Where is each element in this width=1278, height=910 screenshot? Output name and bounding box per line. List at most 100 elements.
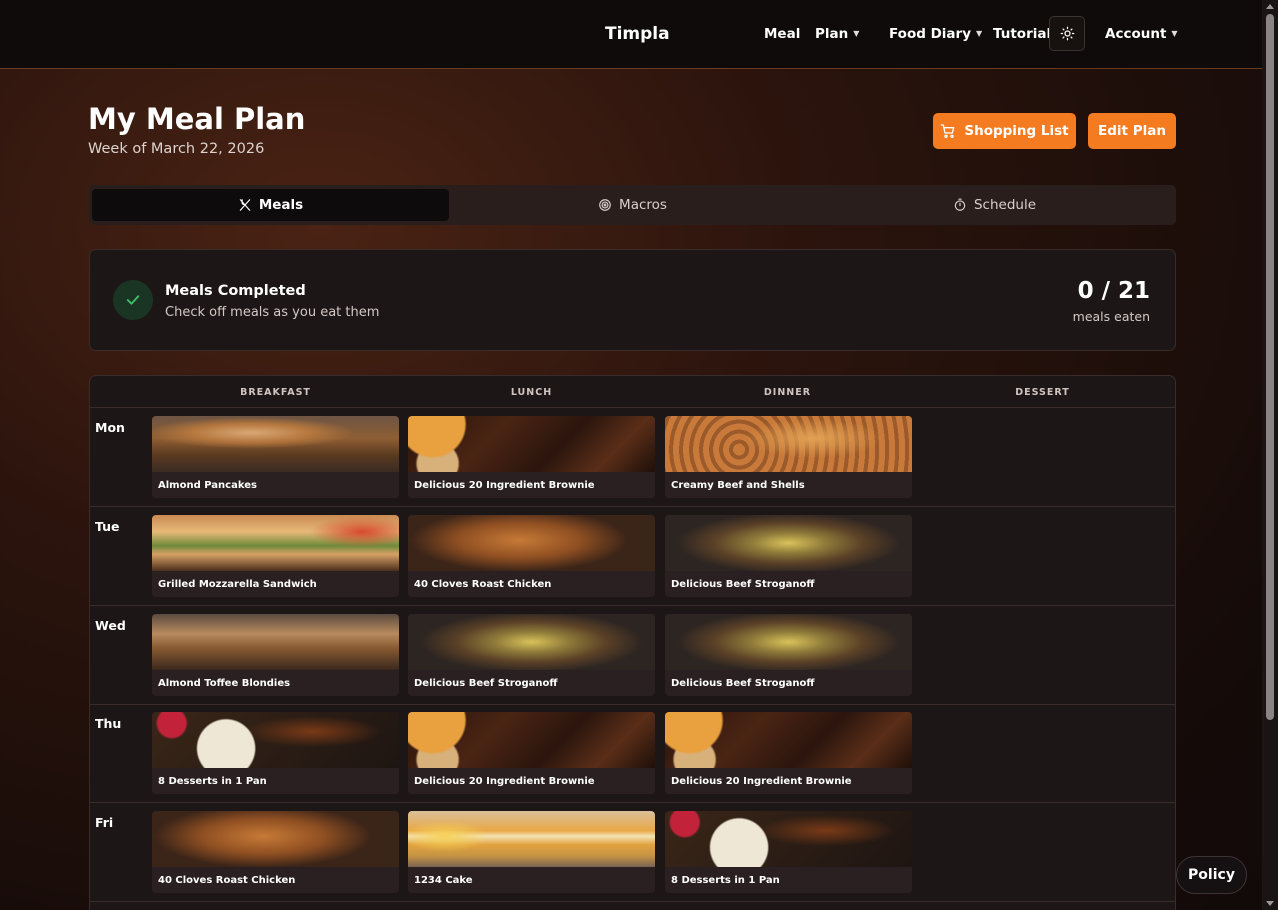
meal-image — [152, 712, 399, 768]
meal-image — [408, 811, 655, 867]
meal-card[interactable]: Almond Pancakes — [152, 416, 399, 498]
meal-name: 8 Desserts in 1 Pan — [158, 776, 267, 787]
meal-image — [665, 712, 912, 768]
edit-plan-label: Edit Plan — [1098, 123, 1166, 139]
nav-meal-label: Meal — [764, 26, 801, 42]
check-icon — [113, 280, 153, 320]
nav-plan-dropdown[interactable]: Plan ▼ — [815, 26, 859, 42]
timer-icon — [954, 198, 966, 211]
day-label: Fri — [95, 815, 114, 830]
policy-button[interactable]: Policy — [1176, 856, 1247, 894]
meal-image — [408, 416, 655, 472]
day-row-fri: Fri 40 Cloves Roast Chicken 1234 Cake 8 … — [90, 803, 1175, 902]
meal-name: Delicious Beef Stroganoff — [671, 678, 815, 689]
meal-card[interactable]: Creamy Beef and Shells — [665, 416, 912, 498]
meal-name: Delicious Beef Stroganoff — [414, 678, 558, 689]
meal-card[interactable]: Grilled Mozzarella Sandwich — [152, 515, 399, 597]
meal-card[interactable]: Delicious Beef Stroganoff — [665, 515, 912, 597]
meal-image — [152, 614, 399, 670]
meal-image — [408, 614, 655, 670]
day-row-mon: Mon Almond Pancakes Delicious 20 Ingredi… — [90, 408, 1175, 507]
view-tabs: Meals Macros Schedule — [89, 185, 1176, 225]
tab-schedule-label: Schedule — [973, 197, 1037, 213]
meals-eaten-count: 0 / 21 — [1077, 278, 1150, 304]
caret-down-icon: ▼ — [853, 29, 860, 38]
meal-name: Delicious 20 Ingredient Brownie — [414, 480, 595, 491]
day-label: Mon — [95, 420, 125, 435]
nav-meal[interactable]: Meal — [764, 26, 800, 42]
shopping-list-button[interactable]: Shopping List — [933, 113, 1076, 149]
meals-completed-card: Meals Completed Check off meals as you e… — [89, 249, 1176, 351]
meal-card[interactable]: Delicious Beef Stroganoff — [665, 614, 912, 696]
utensils-icon — [239, 199, 251, 211]
day-label: Wed — [95, 618, 126, 633]
shopping-cart-icon — [941, 124, 955, 138]
page-scrollbar[interactable] — [1262, 0, 1278, 910]
column-header-lunch: LUNCH — [510, 387, 553, 398]
tab-macros-label: Macros — [619, 197, 667, 213]
day-row-tue: Tue Grilled Mozzarella Sandwich 40 Clove… — [90, 507, 1175, 606]
scroll-down-arrow-icon[interactable] — [1266, 901, 1274, 906]
column-header-dessert: DESSERT — [1015, 387, 1070, 398]
meal-card[interactable]: 40 Cloves Roast Chicken — [152, 811, 399, 893]
top-navbar: Timpla Meal Plan ▼ Food Diary ▼ Tutorial A… — [0, 0, 1262, 69]
caret-down-icon: ▼ — [976, 29, 983, 38]
edit-plan-button[interactable]: Edit Plan — [1088, 113, 1176, 149]
meal-card[interactable]: Delicious Beef Stroganoff — [408, 614, 655, 696]
meals-completed-title: Meals Completed — [165, 283, 306, 299]
nav-food-diary-dropdown[interactable]: Food Diary ▼ — [889, 26, 982, 42]
scroll-up-arrow-icon[interactable] — [1266, 4, 1274, 9]
meal-image — [152, 515, 399, 571]
column-header-breakfast: BREAKFAST — [240, 387, 311, 398]
meal-card[interactable]: 8 Desserts in 1 Pan — [665, 811, 912, 893]
meal-name: Almond Pancakes — [158, 480, 257, 491]
day-label: Thu — [95, 716, 122, 731]
meal-image — [152, 416, 399, 472]
meal-name: 40 Cloves Roast Chicken — [414, 579, 552, 590]
meal-card[interactable]: 40 Cloves Roast Chicken — [408, 515, 655, 597]
meal-name: 1234 Cake — [414, 875, 473, 886]
day-label: Tue — [95, 519, 120, 534]
meal-name: Almond Toffee Blondies — [158, 678, 291, 689]
nav-tutorial[interactable]: Tutorial — [993, 26, 1051, 42]
meal-card[interactable]: Almond Toffee Blondies — [152, 614, 399, 696]
meal-card[interactable]: 8 Desserts in 1 Pan — [152, 712, 399, 794]
caret-down-icon: ▼ — [1171, 29, 1178, 38]
meal-image — [152, 811, 399, 867]
tab-schedule[interactable]: Schedule — [816, 189, 1173, 221]
brand-logo[interactable]: Timpla — [605, 24, 670, 44]
page-title: My Meal Plan — [88, 102, 306, 136]
nav-plan-label: Plan — [815, 26, 849, 42]
meal-image — [665, 515, 912, 571]
meal-card[interactable]: Delicious 20 Ingredient Brownie — [408, 416, 655, 498]
sun-icon — [1060, 26, 1074, 41]
nav-account-label: Account — [1105, 26, 1167, 42]
nav-tutorial-label: Tutorial — [993, 26, 1052, 42]
scrollbar-thumb[interactable] — [1266, 14, 1274, 720]
tab-meals-label: Meals — [258, 197, 304, 213]
target-icon — [599, 199, 611, 211]
meal-card[interactable]: Delicious 20 Ingredient Brownie — [408, 712, 655, 794]
theme-toggle-button[interactable] — [1049, 16, 1085, 51]
day-row-thu: Thu 8 Desserts in 1 Pan Delicious 20 Ing… — [90, 704, 1175, 803]
tab-macros[interactable]: Macros — [454, 189, 811, 221]
column-header-dinner: DINNER — [763, 387, 812, 398]
meals-completed-subtitle: Check off meals as you eat them — [165, 305, 380, 320]
meal-image — [408, 515, 655, 571]
week-subtitle: Week of March 22, 2026 — [88, 141, 265, 157]
meal-image — [665, 614, 912, 670]
meal-card[interactable]: 1234 Cake — [408, 811, 655, 893]
meal-card[interactable]: Delicious 20 Ingredient Brownie — [665, 712, 912, 794]
tab-meals[interactable]: Meals — [92, 189, 449, 221]
nav-food-diary-label: Food Diary — [889, 26, 971, 42]
meal-name: 40 Cloves Roast Chicken — [158, 875, 296, 886]
meals-eaten-label: meals eaten — [1072, 309, 1150, 324]
grid-header: BREAKFAST LUNCH DINNER DESSERT — [90, 376, 1175, 408]
nav-account-dropdown[interactable]: Account ▼ — [1105, 26, 1178, 42]
day-row-wed: Wed Almond Toffee Blondies Delicious Bee… — [90, 606, 1175, 705]
meal-image — [665, 811, 912, 867]
meal-name: Delicious Beef Stroganoff — [671, 579, 815, 590]
shopping-list-label: Shopping List — [964, 123, 1069, 139]
meal-name: 8 Desserts in 1 Pan — [671, 875, 780, 886]
meal-name: Creamy Beef and Shells — [671, 480, 805, 491]
